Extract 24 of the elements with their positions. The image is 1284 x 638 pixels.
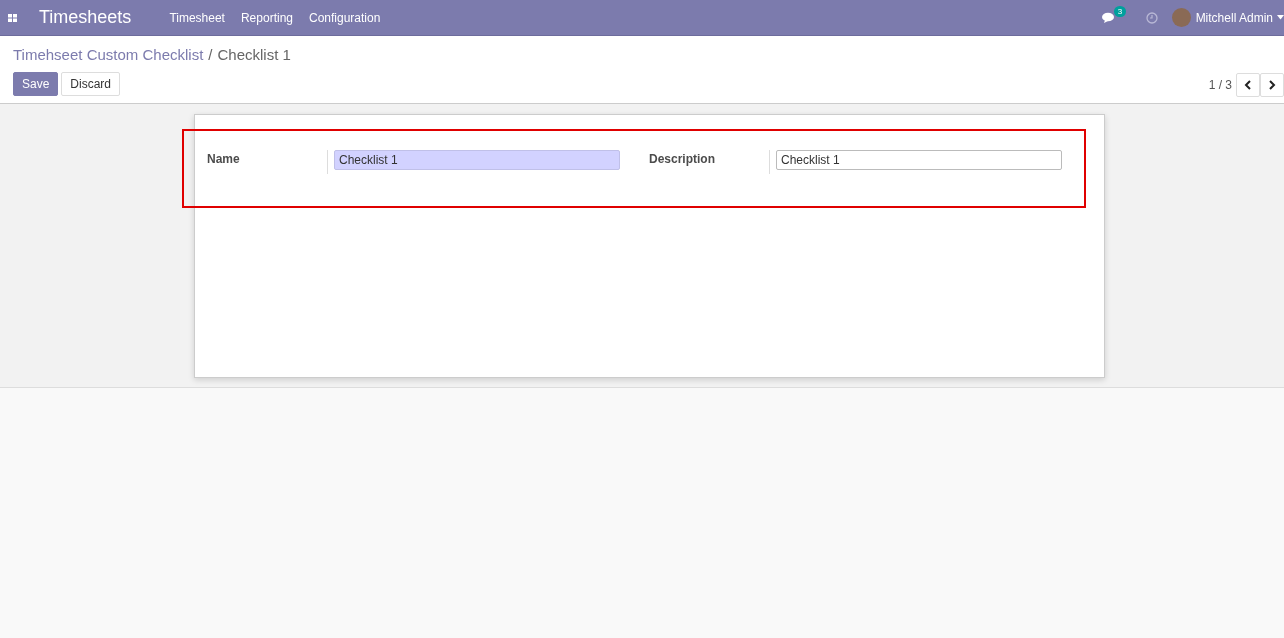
- previous-button[interactable]: [1236, 73, 1260, 97]
- discard-button[interactable]: Discard: [61, 72, 121, 96]
- next-button[interactable]: [1260, 73, 1284, 97]
- save-button[interactable]: Save: [13, 72, 59, 96]
- caret-icon[interactable]: [1277, 15, 1284, 20]
- breadcrumb-current: Checklist 1: [217, 46, 291, 63]
- menu-item[interactable]: Reporting: [240, 10, 293, 25]
- user-name[interactable]: Mitchell Admin: [1195, 10, 1273, 25]
- menu-item[interactable]: Configuration: [309, 10, 381, 25]
- clock-icon[interactable]: [1145, 11, 1158, 24]
- description-field[interactable]: Checklist 1: [776, 150, 1062, 170]
- field-label: Name: [207, 151, 241, 166]
- menu-item[interactable]: Timesheet: [169, 10, 225, 25]
- apps-grid-icon[interactable]: [8, 12, 18, 23]
- message-count-badge: 3: [1113, 5, 1127, 17]
- chat-icon[interactable]: [1101, 11, 1116, 24]
- app-title: Timesheets: [39, 7, 132, 28]
- chevron-right-icon: [1268, 80, 1276, 90]
- name-field[interactable]: Checklist 1: [334, 150, 620, 170]
- breadcrumb-link[interactable]: Timehseet Custom Checklist: [13, 46, 204, 63]
- chevron-left-icon: [1244, 80, 1252, 90]
- field-label: Description: [649, 151, 716, 166]
- pager-counter: 1 / 3: [1208, 78, 1232, 92]
- breadcrumb-separator: /: [208, 46, 213, 63]
